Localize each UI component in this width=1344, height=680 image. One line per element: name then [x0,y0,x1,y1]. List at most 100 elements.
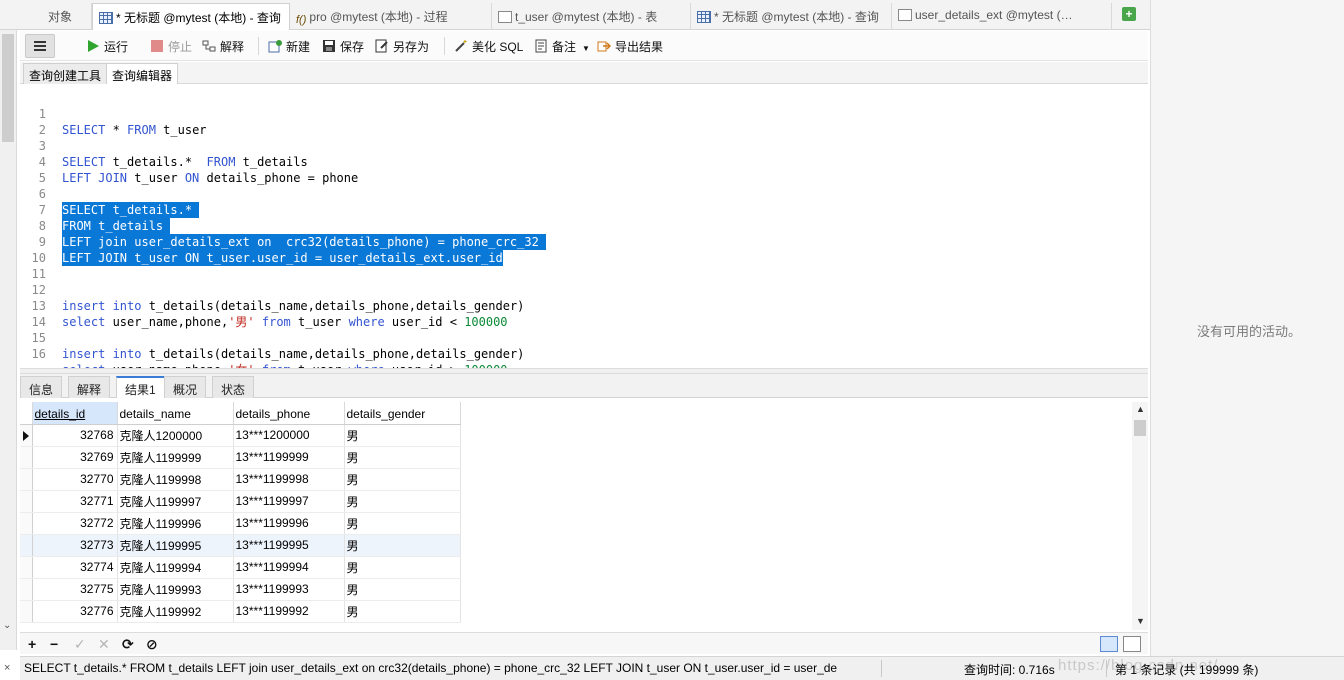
tab-result-1[interactable]: 结果1 [116,376,165,398]
stop-button[interactable]: 停止 [150,38,192,55]
table-cell[interactable]: 克隆人1199996 [117,512,234,535]
table-row[interactable]: 32768 克隆人1200000 13***1200000 男 [20,424,461,447]
chevron-down-icon[interactable]: ⌄ [3,620,11,631]
table-cell[interactable]: 13***1199997 [233,490,345,513]
table-cell[interactable]: 克隆人1199997 [117,490,234,513]
discard-x-icon[interactable]: ✕ [98,636,110,653]
row-indicator[interactable] [20,534,33,557]
table-row[interactable]: 32771 克隆人1199997 13***1199997 男 [20,490,461,513]
row-indicator[interactable] [20,468,33,491]
table-cell[interactable]: 13***1199998 [233,468,345,491]
table-cell[interactable]: 13***1199999 [233,446,345,469]
table-row[interactable]: 32776 克隆人1199992 13***1199992 男 [20,600,461,623]
table-cell[interactable]: 32775 [32,578,118,601]
row-indicator[interactable] [20,556,33,579]
table-cell[interactable]: 克隆人1199995 [117,534,234,557]
table-cell[interactable]: 32774 [32,556,118,579]
tab-query-untitled-1[interactable]: * 无标题 @mytest (本地) - 查询 [92,3,290,30]
table-cell[interactable]: 克隆人1199993 [117,578,234,601]
left-scroll-thumb[interactable] [2,34,14,142]
notes-button[interactable]: 备注 ▼ [534,38,590,55]
table-cell[interactable]: 男 [344,534,461,557]
table-cell[interactable]: 32768 [32,424,118,447]
tab-info[interactable]: 信息 [20,376,63,398]
table-cell[interactable]: 32772 [32,512,118,535]
table-cell[interactable]: 男 [344,468,461,491]
scroll-up-icon[interactable]: ▲ [1136,404,1145,414]
delete-record-icon[interactable]: − [50,636,58,652]
close-icon[interactable]: × [4,662,10,674]
result-grid[interactable]: details_id details_name details_phone de… [20,402,1132,630]
table-row[interactable]: 32774 克隆人1199994 13***1199994 男 [20,556,461,579]
table-cell[interactable]: 13***1199993 [233,578,345,601]
table-cell[interactable]: 男 [344,424,461,447]
add-record-icon[interactable]: + [28,636,36,652]
save-as-button[interactable]: 另存为 [375,38,429,55]
tab-procedure-pro[interactable]: f() pro @mytest (本地) - 过程 [290,3,492,30]
table-cell[interactable]: 克隆人1199998 [117,468,234,491]
run-button[interactable]: 运行 [86,38,128,55]
column-header[interactable]: details_id [32,402,118,425]
table-cell[interactable]: 13***1200000 [233,424,345,447]
row-indicator[interactable] [20,578,33,601]
new-tab-button[interactable]: + [1118,5,1140,25]
table-row[interactable]: 32772 克隆人1199996 13***1199996 男 [20,512,461,535]
refresh-icon[interactable]: ⟳ [122,636,134,653]
row-indicator[interactable] [20,512,33,535]
row-indicator[interactable] [20,424,33,447]
table-row[interactable]: 32769 克隆人1199999 13***1199999 男 [20,446,461,469]
column-header[interactable]: details_name [117,402,234,425]
table-cell[interactable]: 32769 [32,446,118,469]
table-cell[interactable]: 32771 [32,490,118,513]
tab-explain[interactable]: 解释 [68,376,111,398]
save-button[interactable]: 保存 [322,38,364,55]
table-cell[interactable]: 克隆人1199992 [117,600,234,623]
form-view-icon[interactable] [1123,636,1141,652]
explain-button[interactable]: 解释 [202,38,244,55]
row-indicator[interactable] [20,600,33,623]
table-cell[interactable]: 13***1199996 [233,512,345,535]
table-cell[interactable]: 男 [344,578,461,601]
column-header[interactable]: details_phone [233,402,345,425]
table-cell[interactable]: 男 [344,490,461,513]
table-row[interactable]: 32775 克隆人1199993 13***1199993 男 [20,578,461,601]
tab-overview[interactable]: 概况 [164,376,207,398]
table-cell[interactable]: 13***1199995 [233,534,345,557]
table-cell[interactable]: 32776 [32,600,118,623]
sql-editor[interactable]: 1 SELECT * FROM t_user 2 3 SELECT t_deta… [20,85,1148,377]
row-indicator[interactable] [20,490,33,513]
grid-vertical-scrollbar[interactable]: ▲ ▼ [1132,402,1148,630]
table-cell[interactable]: 男 [344,512,461,535]
export-results-button[interactable]: 导出结果 [597,38,663,55]
tab-table-user-details-ext[interactable]: user_details_ext @mytest (… [892,3,1112,30]
tab-status[interactable]: 状态 [212,376,255,398]
table-row[interactable]: 32773 克隆人1199995 13***1199995 男 [20,534,461,557]
tab-query-editor[interactable]: 查询编辑器 [106,63,179,84]
table-cell[interactable]: 男 [344,600,461,623]
scroll-thumb[interactable] [1134,420,1146,436]
beautify-sql-button[interactable]: 美化 SQL [454,38,523,55]
apply-check-icon[interactable]: ✓ [74,636,86,653]
grid-view-icon[interactable] [1100,636,1118,652]
table-row[interactable]: 32770 克隆人1199998 13***1199998 男 [20,468,461,491]
tab-query-builder[interactable]: 查询创建工具 [23,63,108,84]
table-cell[interactable]: 男 [344,556,461,579]
stop-circle-icon[interactable]: ⊘ [146,636,158,653]
table-cell[interactable]: 32770 [32,468,118,491]
dropdown-caret-icon[interactable]: ▼ [582,44,590,53]
row-indicator[interactable] [20,446,33,469]
tab-query-untitled-2[interactable]: * 无标题 @mytest (本地) - 查询 [691,3,892,30]
table-cell[interactable]: 克隆人1199999 [117,446,234,469]
table-cell[interactable]: 13***1199994 [233,556,345,579]
scroll-down-icon[interactable]: ▼ [1136,616,1145,626]
left-edge-scrollbar[interactable]: ⌄ × [0,30,17,674]
table-cell[interactable]: 32773 [32,534,118,557]
table-cell[interactable]: 克隆人1200000 [117,424,234,447]
column-header[interactable]: details_gender [344,402,461,425]
new-button[interactable]: 新建 [268,38,310,55]
table-cell[interactable]: 男 [344,446,461,469]
tab-objects[interactable]: 对象 [32,3,92,30]
menu-button[interactable] [25,34,55,58]
table-cell[interactable]: 克隆人1199994 [117,556,234,579]
tab-table-t-user[interactable]: t_user @mytest (本地) - 表 [492,3,691,30]
